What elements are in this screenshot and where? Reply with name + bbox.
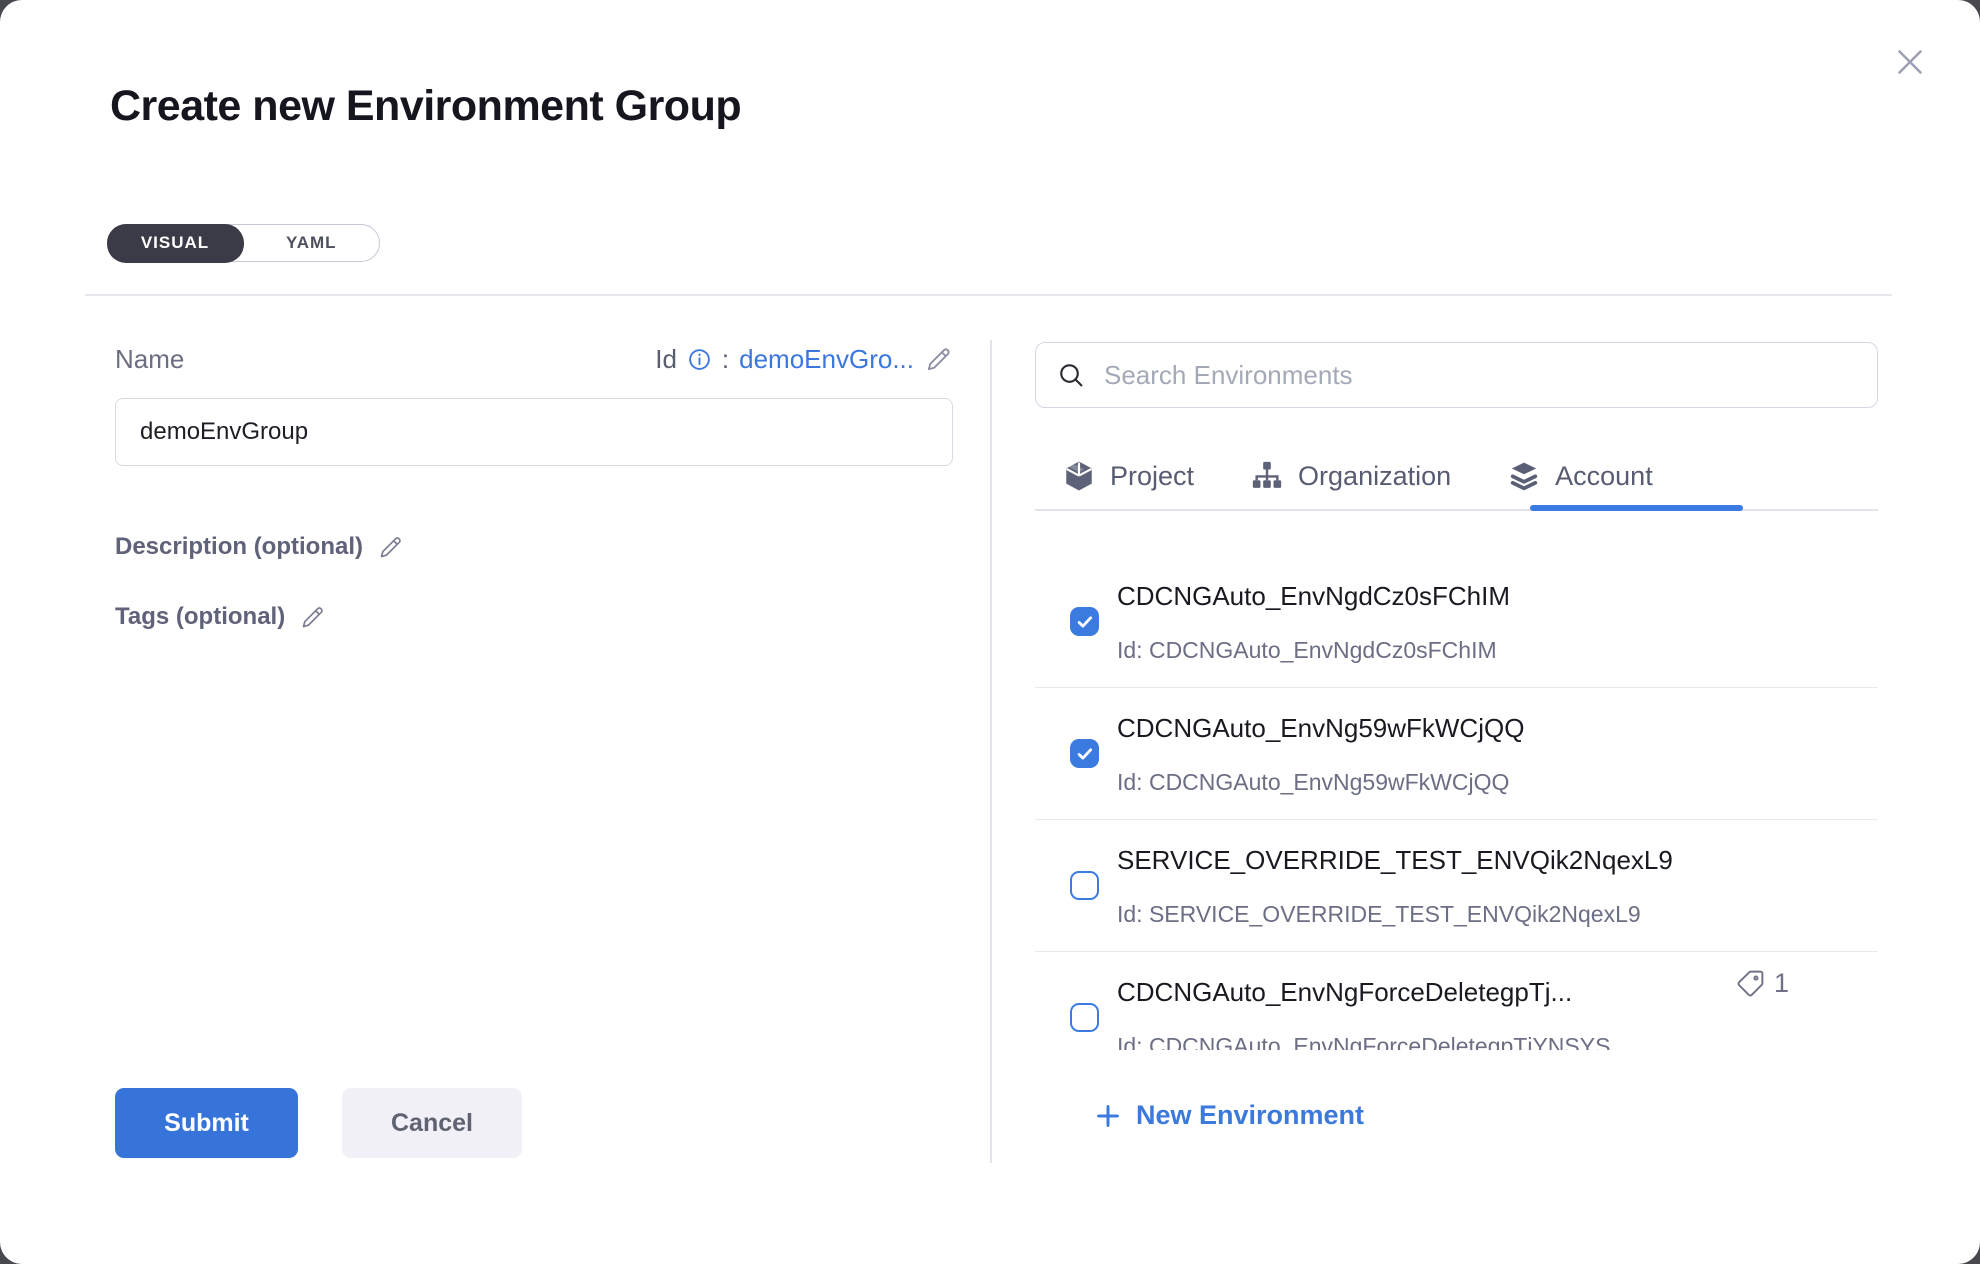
new-environment-button[interactable]: New Environment bbox=[1093, 1100, 1364, 1131]
edit-id-pencil-icon[interactable] bbox=[924, 345, 953, 374]
environment-checkbox-unchecked[interactable] bbox=[1070, 871, 1099, 900]
environment-checkbox-unchecked[interactable] bbox=[1070, 1003, 1099, 1032]
search-input[interactable] bbox=[1102, 359, 1857, 392]
environment-name: CDCNGAuto_EnvNg59wFkWCjQQ bbox=[1117, 713, 1524, 743]
tag-icon bbox=[1735, 968, 1766, 999]
environment-id: Id: CDCNGAuto_EnvNgForceDeletegpTjYNSYS bbox=[1117, 1033, 1610, 1051]
tags-label: Tags (optional) bbox=[115, 603, 285, 631]
tab-account[interactable]: Account bbox=[1507, 459, 1653, 493]
id-group: Id : demoEnvGro... bbox=[655, 344, 953, 375]
visual-yaml-toggle: VISUAL YAML bbox=[107, 224, 380, 262]
tab-organization[interactable]: Organization bbox=[1250, 459, 1451, 493]
tab-project-label: Project bbox=[1110, 461, 1194, 492]
description-label: Description (optional) bbox=[115, 533, 363, 561]
check-icon bbox=[1075, 612, 1095, 632]
edit-description-pencil-icon[interactable] bbox=[377, 534, 404, 561]
active-tab-indicator bbox=[1530, 505, 1743, 511]
environment-id: Id: CDCNGAuto_EnvNg59wFkWCjQQ bbox=[1117, 769, 1524, 795]
sitemap-icon bbox=[1250, 459, 1284, 493]
cube-icon bbox=[1062, 459, 1096, 493]
tab-project[interactable]: Project bbox=[1062, 459, 1194, 493]
toggle-yaml[interactable]: YAML bbox=[244, 225, 380, 261]
layers-icon bbox=[1507, 459, 1541, 493]
search-icon bbox=[1056, 360, 1086, 390]
cancel-button[interactable]: Cancel bbox=[342, 1088, 522, 1158]
toggle-visual[interactable]: VISUAL bbox=[107, 224, 244, 263]
scope-tabs: Project Organization Account bbox=[1062, 445, 1653, 507]
id-colon: : bbox=[722, 344, 729, 375]
tag-count-badge: 1 bbox=[1735, 968, 1789, 999]
environment-name: CDCNGAuto_EnvNgForceDeletegpTj... bbox=[1117, 977, 1610, 1007]
new-environment-label: New Environment bbox=[1136, 1100, 1364, 1131]
submit-button[interactable]: Submit bbox=[115, 1088, 298, 1158]
environment-row[interactable]: SERVICE_OVERRIDE_TEST_ENVQik2NqexL9 Id: … bbox=[1035, 820, 1878, 952]
tab-account-label: Account bbox=[1555, 461, 1653, 492]
environment-row[interactable]: CDCNGAuto_EnvNgdCz0sFChIM Id: CDCNGAuto_… bbox=[1035, 556, 1878, 688]
tag-count: 1 bbox=[1774, 968, 1789, 999]
pane-divider bbox=[990, 340, 992, 1163]
name-id-row: Name Id : demoEnvGro... bbox=[115, 344, 953, 375]
description-row: Description (optional) bbox=[115, 533, 404, 561]
environment-checkbox-checked[interactable] bbox=[1070, 739, 1099, 768]
environment-name: CDCNGAuto_EnvNgdCz0sFChIM bbox=[1117, 581, 1510, 611]
name-input[interactable] bbox=[115, 398, 953, 466]
header-divider bbox=[85, 294, 1892, 296]
environment-name: SERVICE_OVERRIDE_TEST_ENVQik2NqexL9 bbox=[1117, 845, 1673, 875]
info-icon[interactable] bbox=[687, 347, 712, 372]
check-icon bbox=[1075, 744, 1095, 764]
tabs-border bbox=[1035, 509, 1878, 511]
environment-row[interactable]: CDCNGAuto_EnvNgForceDeletegpTj... Id: CD… bbox=[1035, 952, 1878, 1050]
close-icon[interactable] bbox=[1888, 40, 1932, 84]
create-environment-group-modal: Create new Environment Group VISUAL YAML… bbox=[0, 0, 1980, 1264]
id-value[interactable]: demoEnvGro... bbox=[739, 344, 914, 375]
environment-id: Id: CDCNGAuto_EnvNgdCz0sFChIM bbox=[1117, 637, 1510, 663]
environment-list: CDCNGAuto_EnvNgdCz0sFChIM Id: CDCNGAuto_… bbox=[1035, 556, 1878, 1050]
environment-id: Id: SERVICE_OVERRIDE_TEST_ENVQik2NqexL9 bbox=[1117, 901, 1673, 927]
page-title: Create new Environment Group bbox=[110, 82, 741, 131]
edit-tags-pencil-icon[interactable] bbox=[299, 604, 326, 631]
tags-row: Tags (optional) bbox=[115, 603, 326, 631]
environment-checkbox-checked[interactable] bbox=[1070, 607, 1099, 636]
search-box bbox=[1035, 342, 1878, 408]
plus-icon bbox=[1093, 1101, 1123, 1131]
id-label: Id bbox=[655, 344, 677, 375]
environment-row[interactable]: CDCNGAuto_EnvNg59wFkWCjQQ Id: CDCNGAuto_… bbox=[1035, 688, 1878, 820]
name-label: Name bbox=[115, 344, 184, 375]
tab-organization-label: Organization bbox=[1298, 461, 1451, 492]
